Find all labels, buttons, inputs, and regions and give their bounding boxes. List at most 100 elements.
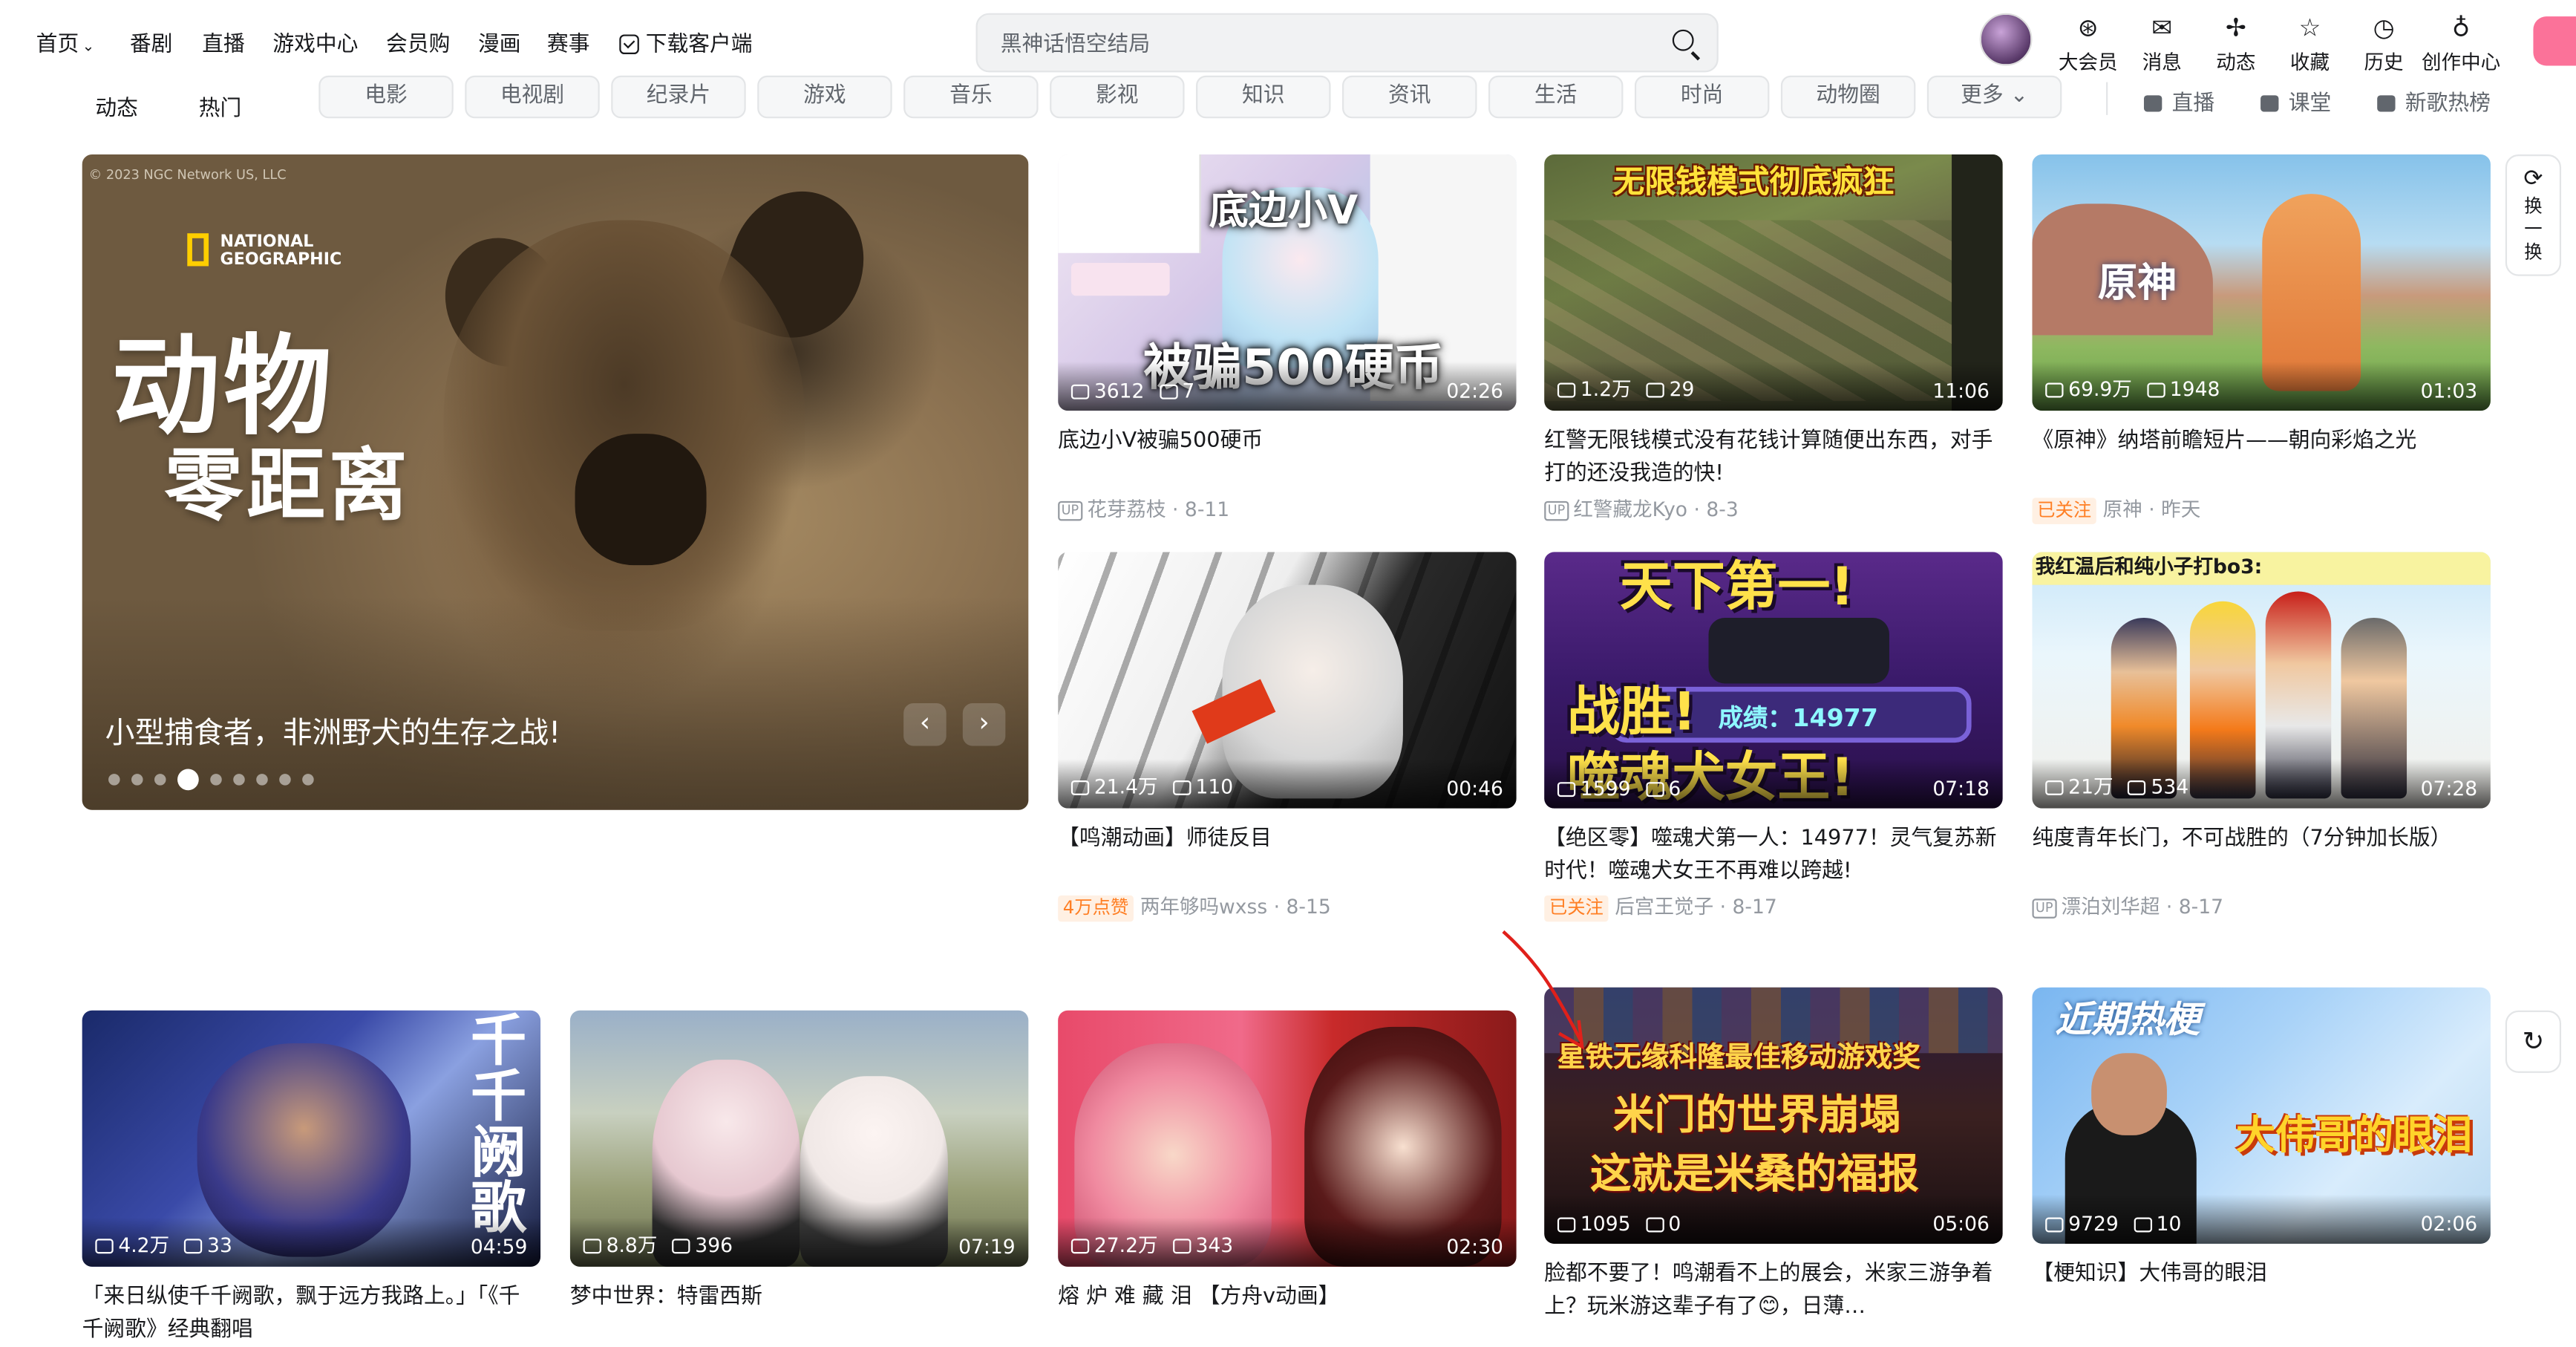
channel-knowledge[interactable]: 知识 <box>1196 75 1331 119</box>
nav-bangumi[interactable]: 番剧 <box>130 26 173 57</box>
channel-music[interactable]: 音乐 <box>903 75 1039 119</box>
video-thumbnail[interactable]: 千千阙歌 4.2万 33 04:59 <box>82 1010 541 1267</box>
video-card[interactable]: 近期热梗 大伟哥的眼泪 9729 10 02:06 【梗知识】大伟哥的眼泪 <box>2032 987 2491 1325</box>
video-meta[interactable]: 已关注 后宫王觉子 · 8-17 <box>1544 892 2002 922</box>
channel-fashion[interactable]: 时尚 <box>1634 75 1770 119</box>
carousel-dot[interactable] <box>302 774 314 786</box>
channel-tv[interactable]: 电视剧 <box>465 75 600 119</box>
hero-caption[interactable]: 小型捕食者，非洲野犬的生存之战! <box>105 710 560 753</box>
video-thumbnail[interactable]: 无限钱模式彻底疯狂 1.2万 29 11:06 <box>1544 154 2003 411</box>
up-icon: UP <box>2032 898 2056 919</box>
video-card[interactable]: 天下第一! 战胜! 成绩：14977 噬魂犬女王! 15996 07:18 【绝… <box>1544 552 2003 922</box>
tab-hot[interactable]: 热门 <box>199 91 242 122</box>
channel-game[interactable]: 游戏 <box>757 75 892 119</box>
nav-home[interactable]: 首页 ⌄ <box>36 26 95 57</box>
nav-live[interactable]: 直播 <box>202 26 245 57</box>
carousel-dot[interactable] <box>154 774 166 786</box>
video-title[interactable]: 脸都不要了！鸣潮看不上的展会，米家三游争着上？玩米游这辈子有了😊，日薄… <box>1544 1259 2002 1325</box>
carousel-dot[interactable] <box>108 774 120 786</box>
video-thumbnail[interactable]: 底边小V 被骗500硬币 36127 02:26 <box>1058 154 1517 411</box>
channel-more[interactable]: 更多 ⌄ <box>1926 75 2062 119</box>
video-thumbnail[interactable]: 8.8万 396 07:19 <box>569 1010 1029 1267</box>
nav-download-client[interactable]: 下载客户端 <box>619 26 753 57</box>
video-title[interactable]: 梦中世界：特雷西斯 <box>570 1282 1028 1347</box>
video-title[interactable]: 熔 炉 难 藏 泪 【方舟v动画】 <box>1058 1282 1516 1347</box>
video-meta[interactable]: UP 漂泊刘华超 · 8-17 <box>2032 892 2490 920</box>
scroll-top-button[interactable]: ↻ <box>2505 1010 2562 1073</box>
video-meta[interactable]: 已关注 原神 · 昨天 <box>2032 495 2490 524</box>
channel-film[interactable]: 影视 <box>1050 75 1185 119</box>
carousel-dot[interactable] <box>279 774 291 786</box>
video-card[interactable]: 27.2万 343 02:30 熔 炉 难 藏 泪 【方舟v动画】 <box>1058 1010 1517 1347</box>
channel-news[interactable]: 资讯 <box>1342 75 1477 119</box>
course-icon <box>2260 95 2279 112</box>
hero-carousel[interactable]: © 2023 NGC Network US, LLC NATIONAL GEOG… <box>82 154 1029 810</box>
menu-vip[interactable]: ⊛ 大会员 <box>2052 13 2124 76</box>
video-title[interactable]: 【梗知识】大伟哥的眼泪 <box>2032 1259 2490 1325</box>
carousel-dot[interactable] <box>256 774 268 786</box>
video-title[interactable]: 纯度青年长门，不可战胜的（7分钟加长版） <box>2032 823 2490 890</box>
video-thumbnail[interactable]: 近期热梗 大伟哥的眼泪 9729 10 02:06 <box>2032 987 2491 1244</box>
video-card[interactable]: 21.4万 110 00:46 【鸣潮动画】师徒反目 4万点赞 两年够吗wxss ·… <box>1058 552 1517 922</box>
video-card[interactable]: 8.8万 396 07:19 梦中世界：特雷西斯 <box>569 1010 1029 1347</box>
video-thumbnail[interactable]: 21.4万 110 00:46 <box>1058 552 1517 809</box>
channel-animal[interactable]: 动物圈 <box>1780 75 1916 119</box>
video-card[interactable]: 千千阙歌 4.2万 33 04:59 「来日纵使千千阙歌，飘于远方我路上。」「《千… <box>82 1010 541 1347</box>
video-meta[interactable]: UP 红警藏龙Kyo · 8-3 <box>1544 495 2002 523</box>
nav-game-center[interactable]: 游戏中心 <box>272 26 358 57</box>
video-thumbnail[interactable]: 星铁无缘科隆最佳移动游戏奖 米门的世界崩塌 这就是米桑的福报 1095 0 05:… <box>1544 987 2003 1244</box>
tab-dynamics[interactable]: 动态 <box>95 91 138 122</box>
carousel-dot[interactable] <box>131 774 143 786</box>
video-thumbnail[interactable]: 我红温后和纯小子打bo3: 21万 534 07:28 <box>2032 552 2491 809</box>
video-title[interactable]: 【鸣潮动画】师徒反目 <box>1058 823 1516 890</box>
channel-life[interactable]: 生活 <box>1488 75 1624 119</box>
link-live[interactable]: 直播 <box>2143 85 2214 117</box>
channel-movie[interactable]: 电影 <box>318 75 454 119</box>
video-stats: 3612 7 02:26 <box>1058 361 1517 411</box>
search-input[interactable] <box>997 26 1645 63</box>
video-title[interactable]: 底边小V被骗500硬币 <box>1058 425 1516 492</box>
video-title[interactable]: 【绝区零】噬魂犬第一人：14977！灵气复苏新时代！噬魂犬女王不再难以跨越! <box>1544 823 2002 890</box>
video-card[interactable]: 我红温后和纯小子打bo3: 21万 534 07:28 纯度青年长门，不可战胜的（… <box>2032 552 2491 920</box>
thumb-art <box>1070 263 1170 296</box>
video-card[interactable]: 底边小V 被骗500硬币 36127 02:26 底边小V被骗500硬币 UP花… <box>1058 154 1517 523</box>
video-card[interactable]: 原神 69.9万 1948 01:03 《原神》纳塔前瞻短片——朝向彩焰之光 已关… <box>2032 154 2491 524</box>
video-thumbnail[interactable]: 原神 69.9万 1948 01:03 <box>2032 154 2491 411</box>
danmaku-icon <box>1172 780 1191 795</box>
video-title[interactable]: 红警无限钱模式没有花钱计算随便出东西，对手打的还没我造的快! <box>1544 425 2002 492</box>
hero-subheadline: 零距离 <box>164 440 411 532</box>
video-meta[interactable]: UP 花芽荔枝 · 8-11 <box>1058 495 1516 523</box>
menu-messages[interactable]: ✉ 消息 <box>2126 13 2198 76</box>
menu-favorites[interactable]: ☆ 收藏 <box>2274 13 2346 76</box>
link-song-chart[interactable]: 新歌热榜 <box>2377 85 2491 117</box>
carousel-next-button[interactable]: › <box>962 702 1006 746</box>
carousel-dot[interactable] <box>210 774 222 786</box>
search-icon[interactable] <box>1672 29 1694 51</box>
video-title[interactable]: 《原神》纳塔前瞻短片——朝向彩焰之光 <box>2032 425 2490 492</box>
natgeo-text: NATIONAL GEOGRAPHIC <box>220 233 342 270</box>
menu-creator-center[interactable]: ♁ 创作中心 <box>2422 13 2500 76</box>
nav-esports[interactable]: 赛事 <box>547 26 590 57</box>
video-meta[interactable]: 4万点赞 两年够吗wxss · 8-15 <box>1058 892 1516 922</box>
thumb-overlay-text: 天下第一! <box>1620 555 1854 618</box>
refresh-label: 换一换 <box>2524 195 2543 264</box>
video-card[interactable]: 星铁无缘科隆最佳移动游戏奖 米门的世界崩塌 这就是米桑的福报 1095 0 05:… <box>1544 987 2003 1325</box>
nav-manga[interactable]: 漫画 <box>478 26 521 57</box>
video-stats: 9729 10 02:06 <box>2032 1194 2491 1244</box>
menu-dynamics[interactable]: ✢ 动态 <box>2200 13 2272 76</box>
video-title[interactable]: 「来日纵使千千阙歌，飘于远方我路上。」「《千千阙歌》经典翻唱 <box>82 1282 540 1347</box>
nav-mall[interactable]: 会员购 <box>386 26 450 57</box>
upload-button[interactable] <box>2533 16 2576 66</box>
link-course[interactable]: 课堂 <box>2260 85 2331 117</box>
avatar[interactable] <box>1979 13 2033 66</box>
carousel-dot[interactable] <box>233 774 245 786</box>
refresh-button[interactable]: ⟳ 换一换 <box>2505 154 2562 276</box>
video-card[interactable]: 无限钱模式彻底疯狂 1.2万 29 11:06 红警无限钱模式没有花钱计算随便出东… <box>1544 154 2003 523</box>
carousel-dot[interactable] <box>177 769 199 791</box>
menu-history[interactable]: ◷ 历史 <box>2347 13 2419 76</box>
channel-documentary[interactable]: 纪录片 <box>611 75 746 119</box>
video-thumbnail[interactable]: 天下第一! 战胜! 成绩：14977 噬魂犬女王! 15996 07:18 <box>1544 552 2003 809</box>
video-thumbnail[interactable]: 27.2万 343 02:30 <box>1058 1010 1517 1267</box>
carousel-prev-button[interactable]: ‹ <box>903 702 947 746</box>
danmaku-icon <box>1159 384 1177 399</box>
